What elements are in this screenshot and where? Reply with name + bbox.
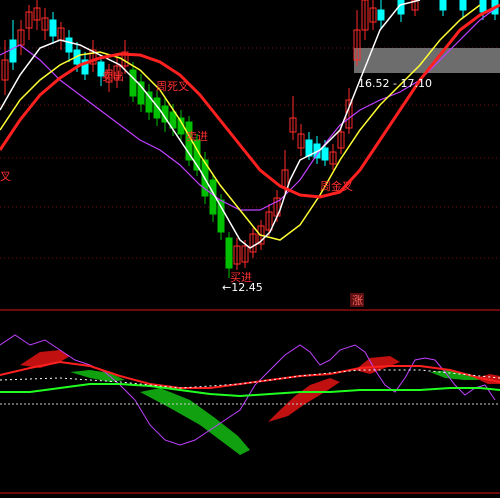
- candle-body: [217, 199, 225, 233]
- candle-body: [377, 9, 385, 21]
- zhang-badge-text: 涨: [352, 294, 363, 307]
- candle-body: [129, 69, 137, 97]
- osc-red-line: [0, 360, 500, 389]
- weekly-golden-cross-label: 周金叉: [320, 179, 353, 193]
- left-edge-label: 叉: [0, 170, 11, 183]
- candle-body: [65, 37, 73, 53]
- chart-stage: 16.52 - 17.10 ←12.45 买进 卖出 周死叉 周金叉叉卖进涨: [0, 0, 500, 498]
- zhang-badge: 涨: [350, 293, 364, 307]
- candle-body: [145, 91, 153, 113]
- range-text: 16.52 - 17.10: [358, 77, 432, 90]
- candle-body: [9, 39, 17, 63]
- sell-label: 卖出: [102, 69, 124, 83]
- stock-chart: 16.52 - 17.10←12.45买进卖出周死叉周金叉叉卖进涨: [0, 0, 500, 494]
- candle-body: [225, 237, 233, 269]
- ma-magenta-line: [0, 4, 500, 211]
- candle-body: [49, 19, 57, 37]
- green-fill-band: [70, 370, 125, 382]
- green-fill-trough: [140, 388, 250, 455]
- candle-body: [459, 0, 467, 11]
- candle-body: [321, 147, 329, 161]
- buy-label: 买进: [230, 271, 252, 284]
- oscillator-panel: [0, 334, 500, 455]
- weekly-death-cross-label: 周死叉: [156, 80, 189, 93]
- candle-body: [439, 0, 447, 11]
- mid-label: 卖进: [186, 130, 208, 143]
- red-fill-rise: [268, 378, 340, 422]
- candle-body: [479, 0, 487, 13]
- ma-red-line: [0, 3, 500, 199]
- moving-averages: [0, 0, 500, 249]
- candlesticks: [1, 0, 499, 278]
- candle-body: [305, 139, 313, 157]
